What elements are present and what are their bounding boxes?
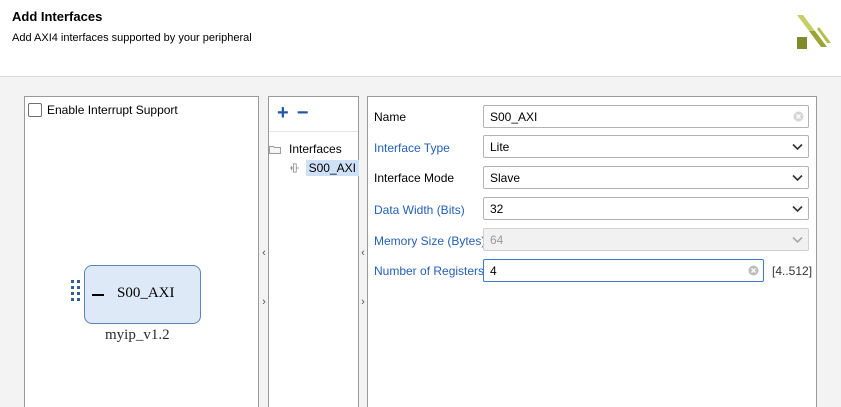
data-width-select[interactable]: 32 bbox=[483, 197, 809, 220]
interfaces-toolbar: + − bbox=[277, 103, 309, 123]
collapse-left-arrow-icon[interactable]: ‹ bbox=[260, 247, 268, 259]
interface-properties-panel: Name S00_AXI Interface Type Lite Interfa… bbox=[367, 96, 817, 407]
name-label: Name bbox=[374, 110, 407, 124]
name-value: S00_AXI bbox=[490, 110, 538, 124]
expand-right-arrow-icon-2[interactable]: › bbox=[359, 296, 367, 308]
interface-mode-label: Interface Mode bbox=[374, 171, 455, 185]
memory-size-label[interactable]: Memory Size (Bytes) bbox=[374, 234, 485, 248]
tree-root-label: Interfaces bbox=[289, 142, 342, 156]
page-header: Add Interfaces Add AXI4 interfaces suppo… bbox=[0, 0, 841, 77]
interface-mode-select[interactable]: Slave bbox=[483, 166, 809, 189]
interfaces-tree-panel: + − Interfaces S00_AXI bbox=[268, 96, 359, 407]
num-registers-input[interactable]: 4 bbox=[483, 259, 764, 282]
interface-type-value: Lite bbox=[490, 140, 510, 154]
chevron-down-icon bbox=[792, 205, 803, 213]
ip-symbol-panel: Enable Interrupt Support S00_AXI myip_v1… bbox=[24, 96, 259, 407]
interface-type-select[interactable]: Lite bbox=[483, 135, 809, 158]
interface-mode-value: Slave bbox=[490, 171, 521, 185]
port-line bbox=[92, 294, 104, 296]
ip-block-symbol[interactable]: S00_AXI bbox=[84, 265, 201, 324]
expand-right-arrow-icon[interactable]: › bbox=[260, 296, 268, 308]
folder-icon bbox=[269, 145, 281, 154]
data-width-label[interactable]: Data Width (Bits) bbox=[374, 203, 465, 217]
ip-block-port-name: S00_AXI bbox=[117, 285, 175, 301]
chevron-down-icon bbox=[792, 143, 803, 151]
ip-block-caption: myip_v1.2 bbox=[105, 327, 170, 343]
interface-type-label[interactable]: Interface Type bbox=[374, 141, 450, 155]
interrupt-support-row[interactable]: Enable Interrupt Support bbox=[28, 103, 178, 117]
divider bbox=[269, 131, 358, 132]
clear-icon[interactable] bbox=[793, 111, 804, 122]
memory-size-value: 64 bbox=[490, 233, 504, 247]
num-registers-range: [4..512] bbox=[772, 264, 813, 278]
chevron-down-icon bbox=[792, 174, 803, 182]
interface-port-icon bbox=[290, 163, 299, 172]
clear-icon[interactable] bbox=[748, 265, 759, 276]
page-title: Add Interfaces bbox=[12, 9, 103, 24]
memory-size-select: 64 bbox=[483, 228, 809, 251]
collapse-left-arrow-icon-2[interactable]: ‹ bbox=[359, 247, 367, 259]
interrupt-support-label: Enable Interrupt Support bbox=[47, 103, 178, 117]
add-interface-button[interactable]: + bbox=[277, 103, 289, 123]
ip-port-connector-icon bbox=[71, 280, 83, 308]
xilinx-logo-icon bbox=[797, 15, 831, 49]
name-input[interactable]: S00_AXI bbox=[483, 105, 809, 128]
chevron-down-icon bbox=[792, 236, 803, 244]
num-registers-label[interactable]: Number of Registers bbox=[374, 264, 484, 278]
tree-item-label: S00_AXI bbox=[305, 159, 359, 176]
remove-interface-button[interactable]: − bbox=[297, 103, 309, 123]
interrupt-support-checkbox[interactable] bbox=[28, 103, 42, 117]
num-registers-value: 4 bbox=[490, 264, 497, 278]
page-subtitle: Add AXI4 interfaces supported by your pe… bbox=[12, 32, 252, 44]
data-width-value: 32 bbox=[490, 202, 504, 216]
tree-root-interfaces[interactable]: Interfaces bbox=[269, 142, 342, 156]
tree-item-s00-axi[interactable]: S00_AXI bbox=[290, 158, 359, 177]
